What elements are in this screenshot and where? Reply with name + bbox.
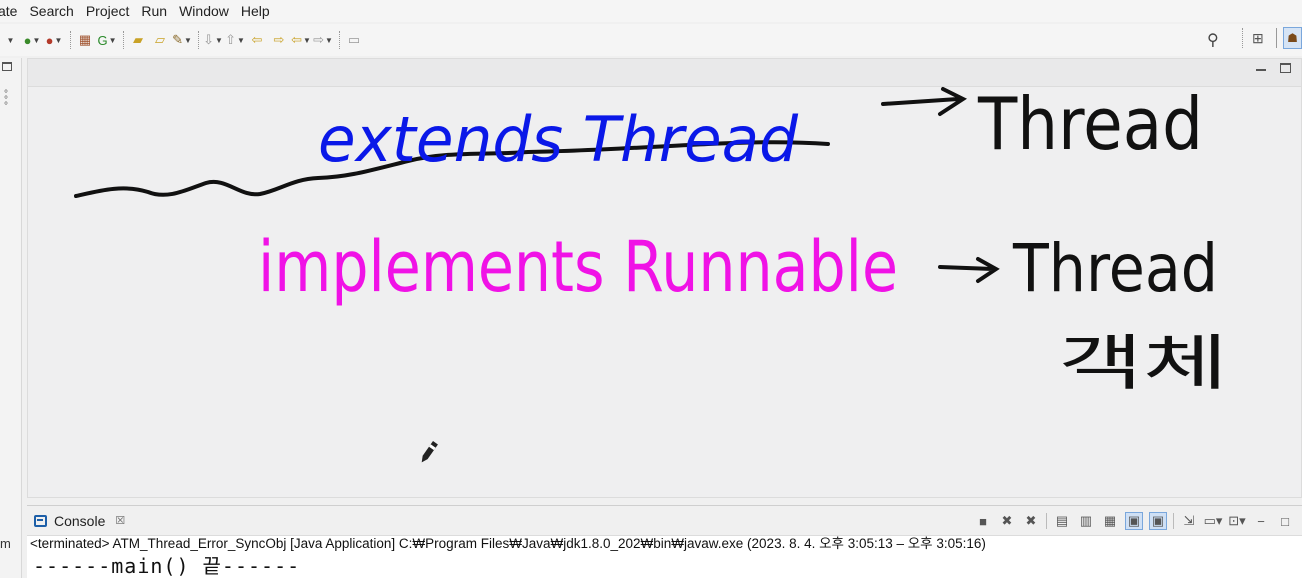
dropdown-arrow-icon[interactable]: ▼ — [0, 30, 20, 50]
annotation-thread-2: Thread — [1012, 230, 1218, 307]
toolbar-separator — [1276, 28, 1277, 48]
search-tool-icon[interactable]: ✎ ▼ — [172, 30, 192, 50]
remove-all-terminated-icon[interactable]: ✖ — [1022, 512, 1040, 530]
java-ee-perspective-icon[interactable]: ☗ — [1283, 27, 1302, 49]
menu-window[interactable]: Window — [173, 0, 235, 22]
menu-bar: ate Search Project Run Window Help — [0, 0, 1302, 22]
menu-project[interactable]: Project — [80, 0, 136, 22]
annotation-thread-1: Thread — [977, 82, 1203, 166]
console-output-line: ------main() 끝------ — [33, 554, 301, 578]
toolbar-separator — [1046, 513, 1047, 529]
display-console-icon[interactable]: ▭▾ — [1204, 512, 1223, 530]
menu-search[interactable]: Search — [23, 0, 79, 22]
scroll-lock-icon[interactable]: ▥ — [1077, 512, 1095, 530]
open-task-icon[interactable]: ▱ — [150, 30, 170, 50]
open-console-icon[interactable]: ⊡▾ — [1228, 512, 1246, 530]
open-perspective-icon[interactable]: ⊞ — [1252, 30, 1264, 47]
close-icon[interactable]: ☒ — [115, 514, 125, 527]
menu-help[interactable]: Help — [235, 0, 276, 22]
menu-run[interactable]: Run — [135, 0, 173, 22]
word-wrap-icon[interactable]: ▦ — [1101, 512, 1119, 530]
toolbar-separator — [339, 31, 340, 49]
minimize-icon[interactable]: − — [1252, 512, 1270, 530]
console-header: Console ☒ ■ ✖ ✖ ▤ ▥ ▦ ▣ ▣ ⇲ ▭▾ ⊡▾ − □ — [27, 506, 1302, 536]
search-icon[interactable]: ⚲ — [1207, 30, 1219, 50]
open-type-icon[interactable]: ▰ — [128, 30, 148, 50]
coverage-icon[interactable]: G ▼ — [97, 30, 117, 50]
annotation-extends-thread: extends Thread — [318, 103, 799, 176]
view-menu-icon[interactable]: ° ° ° — [4, 90, 8, 112]
annotation-object-note: 객체 — [1058, 329, 1228, 399]
arrow-1 — [881, 87, 968, 116]
new-java-package-icon[interactable]: ▦ — [75, 30, 95, 50]
toolbar-separator — [1173, 513, 1174, 529]
console-status-line: <terminated> ATM_Thread_Error_SyncObj [J… — [27, 536, 1302, 552]
menu-navigate[interactable]: ate — [0, 0, 23, 22]
last-edit-icon[interactable]: ⇦ — [247, 30, 267, 50]
run-icon[interactable]: ● ▼ — [44, 30, 64, 50]
arrow-2 — [938, 257, 1000, 283]
remove-launch-icon[interactable]: ✖ — [998, 512, 1016, 530]
show-on-stdout-icon[interactable]: ▣ — [1125, 512, 1143, 530]
pin-console-icon[interactable]: ⇲ — [1180, 512, 1198, 530]
toolbar-separator — [70, 31, 71, 49]
toolbar-separator — [1242, 28, 1243, 48]
terminate-icon[interactable]: ■ — [974, 512, 992, 530]
toolbar-separator — [123, 31, 124, 49]
console-tab-label: Console — [54, 512, 106, 529]
forward-icon[interactable]: ⇨ ▼ — [313, 30, 333, 50]
restore-view-icon[interactable] — [2, 62, 12, 71]
toolbar-separator — [198, 31, 199, 49]
main-toolbar: ▼ ● ▼ ● ▼ ▦ G ▼ ▰ ▱ ✎ ▼ ⇩ ▼ ⇧ ▼ ⇦ ⇨ ⇦ ▼ ⇨ ▼ ▭ ⚲ … — [0, 24, 1302, 56]
maximize-icon[interactable]: □ — [1276, 512, 1294, 530]
pen-cursor-icon — [421, 441, 438, 463]
console-tab[interactable]: Console ☒ — [27, 506, 125, 536]
console-toolbar: ■ ✖ ✖ ▤ ▥ ▦ ▣ ▣ ⇲ ▭▾ ⊡▾ − □ — [974, 512, 1294, 530]
debug-icon[interactable]: ● ▼ — [22, 30, 42, 50]
previous-annotation-icon[interactable]: ⇧ ▼ — [225, 30, 245, 50]
next-annotation-icon[interactable]: ⇩ ▼ — [203, 30, 223, 50]
annotation-implements-runnable: implements Runnable — [258, 226, 898, 308]
forward-history-icon[interactable]: ⇨ — [269, 30, 289, 50]
back-icon[interactable]: ⇦ ▼ — [291, 30, 311, 50]
show-on-stderr-icon[interactable]: ▣ — [1149, 512, 1167, 530]
clear-console-icon[interactable]: ▤ — [1053, 512, 1071, 530]
console-view: Console ☒ ■ ✖ ✖ ▤ ▥ ▦ ▣ ▣ ⇲ ▭▾ ⊡▾ − □ <t… — [27, 505, 1302, 578]
left-strip-label: m — [0, 536, 11, 551]
editor-area[interactable]: extends Thread Thread implements Runnabl… — [27, 58, 1302, 498]
pin-editor-icon[interactable]: ▭ — [344, 30, 364, 50]
console-icon — [34, 514, 47, 527]
left-view-strip: ° ° ° m — [0, 58, 22, 578]
handwriting-layer: extends Thread Thread implements Runnabl… — [74, 82, 1228, 463]
